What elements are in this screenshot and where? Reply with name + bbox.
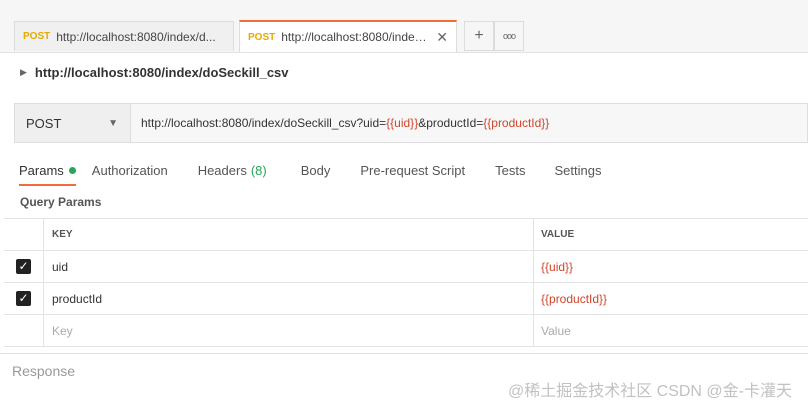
request-name: http://localhost:8080/index/doSeckill_cs… [34,64,289,80]
tab-authorization[interactable]: Authorization [92,154,168,186]
param-value-field[interactable]: {{uid}} [534,251,808,282]
query-params-title: Query Params [20,195,102,209]
url-mid: &productId= [418,116,484,130]
tab-settings[interactable]: Settings [554,154,601,186]
tab-body[interactable]: Body [301,154,331,186]
tab-params[interactable]: Params [19,154,76,186]
tab-tests[interactable]: Tests [495,154,525,186]
row-checkbox-cell [4,315,44,346]
url-variable-uid: {{uid}} [386,116,419,130]
response-label: Response [12,363,76,379]
tab-tests-label: Tests [495,162,526,178]
column-header-value: VALUE [541,229,575,240]
tab-method-label: POST [248,31,276,43]
request-tab-bar: POST http://localhost:8080/index/d... PO… [0,0,808,53]
header-checkbox-cell [4,219,44,250]
add-tab-button[interactable]: + [464,21,494,51]
tab-authorization-label: Authorization [91,162,168,178]
tab-prerequest-label: Pre-request Script [360,162,466,178]
param-key-field[interactable]: productId [44,283,534,314]
tab-settings-label: Settings [554,162,602,178]
request-bar: POST ▼ http://localhost:8080/index/doSec… [14,103,808,143]
tab-headers[interactable]: Headers (8) [198,154,267,186]
tab-body-label: Body [300,162,331,178]
table-header-row: KEY VALUE [4,219,808,251]
tab-params-label: Params [19,162,64,178]
new-key-input[interactable]: Key [44,315,534,346]
table-row: ✓ productId {{productId}} [4,283,808,315]
url-base: http://localhost:8080/index/doSeckill_cs… [141,116,387,130]
param-value-field[interactable]: {{productId}} [534,283,808,314]
headers-count-badge: (8) [250,162,267,178]
method-select[interactable]: POST ▼ [15,104,131,142]
new-value-input[interactable]: Value [534,315,808,346]
more-icon: ooo [502,31,516,41]
column-header-key: KEY [44,219,534,250]
url-variable-productid: {{productId}} [483,116,550,130]
tab-url-label: http://localhost:8080/index/d... [56,29,216,44]
row-checkbox-cell: ✓ [4,283,44,314]
active-dot-icon [68,166,76,174]
tab-options-button[interactable]: ooo [494,21,524,51]
tab-headers-label: Headers [197,162,247,178]
query-params-table: KEY VALUE ✓ uid {{uid}} ✓ productId {{pr… [4,218,808,347]
checkbox-checked[interactable]: ✓ [16,291,31,306]
param-key-field[interactable]: uid [44,251,534,282]
tab-prerequest-script[interactable]: Pre-request Script [360,154,465,186]
request-tab-2[interactable]: POST http://localhost:8080/index/d... ✕ [239,20,457,52]
row-checkbox-cell: ✓ [4,251,44,282]
caret-right-icon[interactable]: ▶ [20,67,27,78]
chevron-down-icon: ▼ [108,117,118,129]
table-row: ✓ uid {{uid}} [4,251,808,283]
watermark-text: @稀土掘金技术社区 CSDN @金-卡灌天 [507,383,792,400]
table-row-empty: Key Value [4,315,808,347]
tab-method-label: POST [23,31,51,42]
request-subtabs: Params Authorization Headers (8) Body Pr… [0,154,808,186]
plus-icon: + [474,27,484,44]
url-input[interactable]: http://localhost:8080/index/doSeckill_cs… [131,104,807,142]
checkbox-checked[interactable]: ✓ [16,259,31,274]
close-icon[interactable]: ✕ [436,29,448,46]
request-tab-1[interactable]: POST http://localhost:8080/index/d... [14,21,234,51]
request-breadcrumb[interactable]: ▶ http://localhost:8080/index/doSeckill_… [20,62,289,82]
tab-url-label: http://localhost:8080/index/d... [281,30,431,44]
method-label: POST [26,115,62,131]
